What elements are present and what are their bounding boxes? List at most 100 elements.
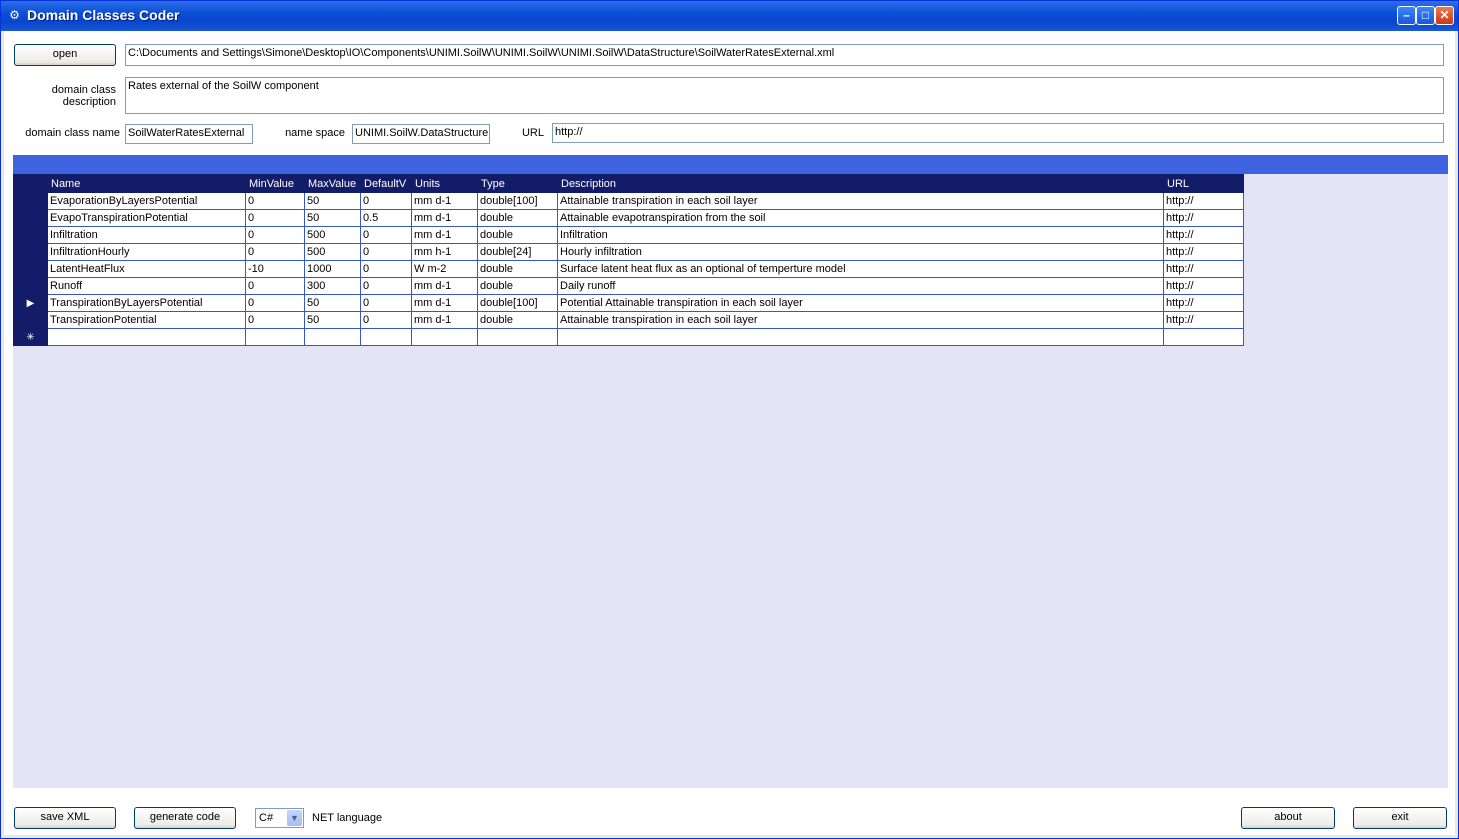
table-row[interactable]: EvapoTranspirationPotential 0 50 0.5 mm d-1 d…	[13, 209, 1244, 227]
grid-cell[interactable]: http://	[1163, 260, 1244, 278]
exit-button[interactable]: exit	[1353, 807, 1447, 829]
grid-cell[interactable]: EvapoTranspirationPotential	[47, 209, 246, 227]
column-header[interactable]: MaxValue	[304, 174, 361, 193]
grid-cell[interactable]	[477, 328, 558, 346]
grid-cell[interactable]: 1000	[304, 260, 361, 278]
table-row[interactable]: LatentHeatFlux -10 1000 0 W m-2 double Surface…	[13, 260, 1244, 278]
row-header[interactable]	[13, 192, 48, 210]
minimize-button[interactable]: –	[1397, 6, 1416, 25]
grid-cell[interactable]	[245, 328, 305, 346]
class-name-field[interactable]: SoilWaterRatesExternal	[125, 124, 253, 144]
grid-cell[interactable]: TranspirationPotential	[47, 311, 246, 329]
grid-cell[interactable]: EvaporationByLayersPotential	[47, 192, 246, 210]
grid-cell[interactable]: 0.5	[360, 209, 412, 227]
grid-cell[interactable]: double[100]	[477, 294, 558, 312]
grid-cell[interactable]	[1163, 328, 1244, 346]
grid-cell[interactable]: 50	[304, 294, 361, 312]
grid-cell[interactable]: double	[477, 226, 558, 244]
grid-cell[interactable]: 0	[360, 226, 412, 244]
file-path-field[interactable]: C:\Documents and Settings\Simone\Desktop…	[125, 44, 1444, 66]
grid-cell[interactable]: mm d-1	[411, 209, 478, 227]
grid-cell[interactable]: Attainable evapotranspiration from the s…	[557, 209, 1164, 227]
grid-cell[interactable]: 0	[245, 192, 305, 210]
row-header[interactable]	[13, 243, 48, 261]
grid-cell[interactable]: Runoff	[47, 277, 246, 295]
data-grid[interactable]: Name MinValue MaxValue DefaultV Units Ty…	[13, 155, 1448, 788]
grid-cell[interactable]: http://	[1163, 209, 1244, 227]
grid-cell[interactable]	[411, 328, 478, 346]
grid-cell[interactable]: double	[477, 277, 558, 295]
grid-cell[interactable]: 0	[360, 294, 412, 312]
description-field[interactable]: Rates external of the SoilW component	[125, 77, 1444, 114]
grid-cell[interactable]: http://	[1163, 294, 1244, 312]
column-header[interactable]: Description	[557, 174, 1164, 193]
table-row[interactable]: EvaporationByLayersPotential 0 50 0 mm d-1 do…	[13, 192, 1244, 210]
grid-cell[interactable]: mm d-1	[411, 192, 478, 210]
grid-cell[interactable]: http://	[1163, 277, 1244, 295]
row-header[interactable]	[13, 260, 48, 278]
close-button[interactable]: ✕	[1435, 6, 1454, 25]
grid-cell[interactable]: mm d-1	[411, 277, 478, 295]
grid-cell[interactable]: double[24]	[477, 243, 558, 261]
grid-cell[interactable]: double	[477, 209, 558, 227]
grid-cell[interactable]: 50	[304, 209, 361, 227]
grid-cell[interactable]: mm h-1	[411, 243, 478, 261]
url-field[interactable]: http://	[552, 123, 1444, 143]
grid-cell[interactable]	[304, 328, 361, 346]
grid-cell[interactable]: Attainable transpiration in each soil la…	[557, 192, 1164, 210]
column-header[interactable]: Name	[47, 174, 246, 193]
grid-cell[interactable]: http://	[1163, 226, 1244, 244]
grid-cell[interactable]: Potential Attainable transpiration in ea…	[557, 294, 1164, 312]
chevron-down-icon[interactable]: ▼	[287, 810, 302, 826]
grid-cell[interactable]: Surface latent heat flux as an optional …	[557, 260, 1164, 278]
grid-cell[interactable]: mm d-1	[411, 294, 478, 312]
grid-cell[interactable]: double	[477, 260, 558, 278]
new-row[interactable]: ✳	[13, 328, 1244, 346]
new-row-icon[interactable]: ✳	[13, 328, 48, 346]
maximize-button[interactable]: □	[1416, 6, 1435, 25]
grid-cell[interactable]: double	[477, 311, 558, 329]
row-header[interactable]	[13, 209, 48, 227]
table-row[interactable]: TranspirationPotential 0 50 0 mm d-1 double At…	[13, 311, 1244, 329]
grid-cell[interactable]: W m-2	[411, 260, 478, 278]
grid-cell[interactable]: 0	[360, 277, 412, 295]
grid-cell[interactable]: 50	[304, 311, 361, 329]
grid-cell[interactable]: 0	[245, 226, 305, 244]
table-row[interactable]: InfiltrationHourly 0 500 0 mm h-1 double[24] H…	[13, 243, 1244, 261]
grid-cell[interactable]: TranspirationByLayersPotential	[47, 294, 246, 312]
grid-cell[interactable]: Hourly infiltration	[557, 243, 1164, 261]
grid-cell[interactable]: http://	[1163, 243, 1244, 261]
grid-cell[interactable]: Attainable transpiration in each soil la…	[557, 311, 1164, 329]
table-row[interactable]: ▶ TranspirationByLayersPotential 0 50 0 mm d-…	[13, 294, 1244, 312]
column-header[interactable]: URL	[1163, 174, 1244, 193]
column-header[interactable]: Type	[477, 174, 558, 193]
column-header[interactable]: DefaultV	[360, 174, 412, 193]
column-header[interactable]: Units	[411, 174, 478, 193]
grid-cell[interactable]: Infiltration	[47, 226, 246, 244]
grid-cell[interactable]: 0	[245, 311, 305, 329]
grid-cell[interactable]: Daily runoff	[557, 277, 1164, 295]
about-button[interactable]: about	[1241, 807, 1335, 829]
row-header[interactable]	[13, 311, 48, 329]
grid-cell[interactable]: LatentHeatFlux	[47, 260, 246, 278]
table-row[interactable]: Runoff 0 300 0 mm d-1 double Daily runoff http:…	[13, 277, 1244, 295]
grid-cell[interactable]: http://	[1163, 192, 1244, 210]
grid-cell[interactable]: 0	[360, 311, 412, 329]
row-header[interactable]	[13, 226, 48, 244]
row-header[interactable]	[13, 277, 48, 295]
save-xml-button[interactable]: save XML	[14, 807, 116, 829]
grid-cell[interactable]	[360, 328, 412, 346]
grid-cell[interactable]: InfiltrationHourly	[47, 243, 246, 261]
grid-cell[interactable]: 0	[245, 243, 305, 261]
namespace-field[interactable]: UNIMI.SoilW.DataStructure	[352, 124, 490, 144]
generate-code-button[interactable]: generate code	[134, 807, 236, 829]
grid-cell[interactable]: 0	[245, 209, 305, 227]
title-bar[interactable]: ⚙ Domain Classes Coder – □ ✕	[1, 1, 1458, 31]
language-select[interactable]: C# ▼	[255, 808, 304, 828]
grid-cell[interactable]: 0	[360, 243, 412, 261]
grid-cell[interactable]: 0	[360, 260, 412, 278]
grid-cell[interactable]: mm d-1	[411, 311, 478, 329]
grid-cell[interactable]: -10	[245, 260, 305, 278]
grid-cell[interactable]: 0	[360, 192, 412, 210]
grid-cell[interactable]: mm d-1	[411, 226, 478, 244]
